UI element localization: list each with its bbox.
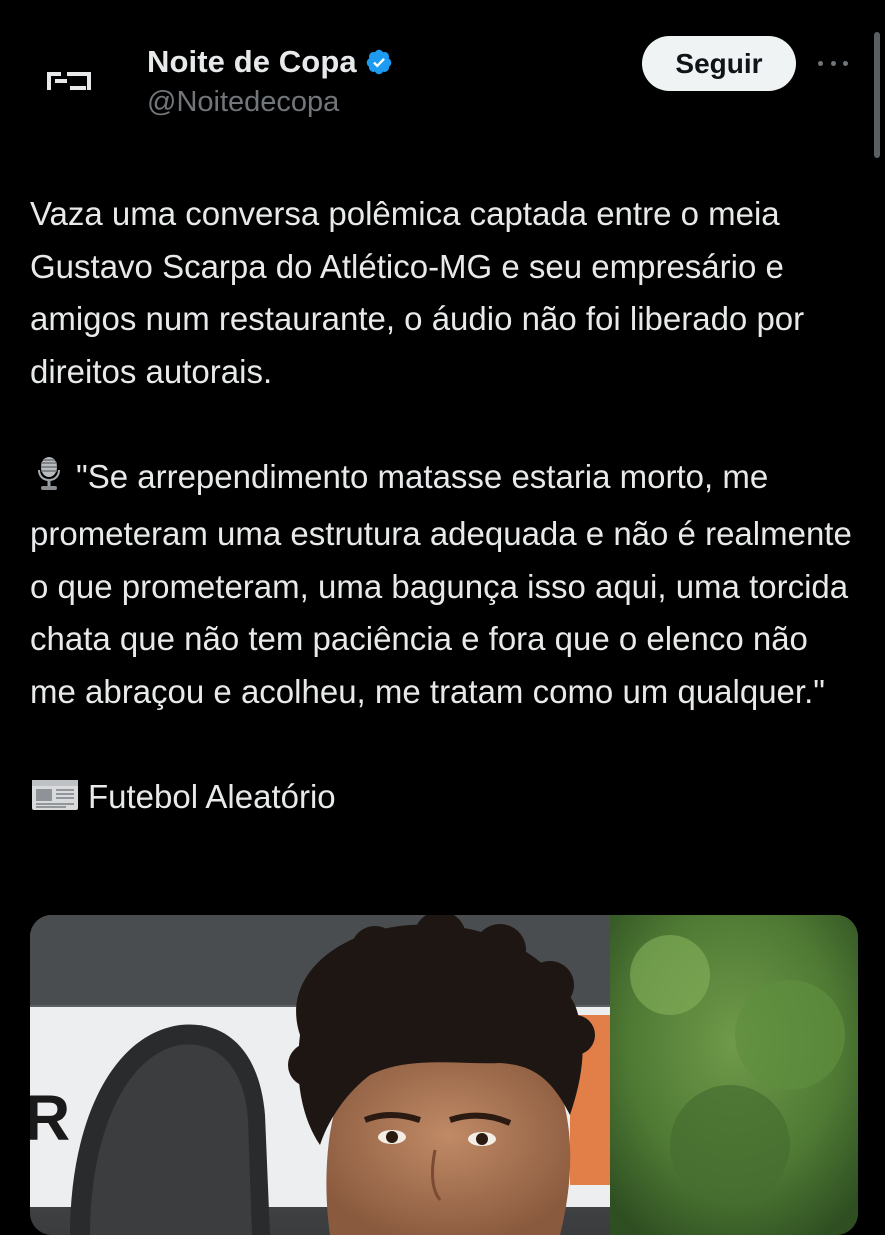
author-name-row: Noite de Copa xyxy=(147,44,393,80)
tweet-header: Noite de Copa @Noitedecopa Seguir xyxy=(0,0,885,130)
author-handle[interactable]: @Noitedecopa xyxy=(147,86,339,119)
tweet-photo[interactable]: R xyxy=(30,915,858,1235)
microphone-icon xyxy=(30,455,68,509)
tweet-quote-paragraph: "Se arrependimento matasse estaria morto… xyxy=(30,451,860,719)
tweet-source-paragraph: Futebol Aleatório xyxy=(30,771,860,829)
player-photo-icon: R xyxy=(30,915,858,1235)
more-dot xyxy=(830,60,836,66)
tweet-paragraph: Vaza uma conversa polêmica captada entre… xyxy=(30,195,805,390)
tweet-text: Vaza uma conversa polêmica captada entre… xyxy=(30,188,860,828)
more-horizontal-icon[interactable] xyxy=(818,56,848,70)
more-dot xyxy=(818,60,823,66)
author-display-name[interactable]: Noite de Copa xyxy=(147,44,357,80)
newspaper-icon xyxy=(30,775,80,829)
svg-text:R: R xyxy=(30,1082,70,1154)
noite-de-copa-logo-icon xyxy=(47,72,91,90)
verified-badge-icon[interactable] xyxy=(365,48,393,76)
tweet-quote-text: "Se arrependimento matasse estaria morto… xyxy=(30,457,852,710)
scrollbar-thumb[interactable] xyxy=(874,32,880,158)
follow-button[interactable]: Seguir xyxy=(642,36,796,91)
more-dot xyxy=(843,60,848,66)
avatar[interactable] xyxy=(31,43,107,119)
tweet-source-text: Futebol Aleatório xyxy=(88,777,336,815)
